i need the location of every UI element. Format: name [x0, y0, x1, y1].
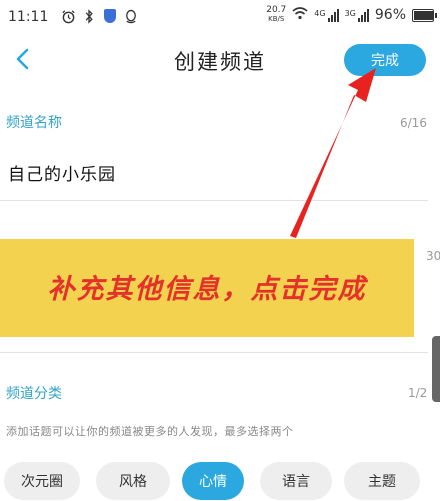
- arrow-shape: [290, 68, 376, 238]
- signal-icon-2: 3G: [345, 8, 369, 22]
- divider: [0, 200, 428, 201]
- net-speed: 20.7 KB/S: [266, 5, 287, 24]
- alarm-icon: [60, 8, 76, 24]
- done-button[interactable]: 完成: [344, 44, 426, 76]
- category-label: 频道分类: [6, 386, 62, 402]
- tag-fengge[interactable]: 风格: [96, 462, 170, 500]
- tag-zhuti[interactable]: 主题: [344, 462, 420, 500]
- signal-icon: 4G: [314, 8, 339, 22]
- instruction-banner-text: 补充其他信息，点击完成: [47, 274, 367, 305]
- divider: [0, 352, 428, 353]
- wifi-icon: [292, 6, 308, 24]
- scroll-handle[interactable]: [432, 336, 440, 402]
- channel-name-counter: 6/16: [400, 116, 427, 130]
- battery-percent: 96%: [374, 7, 406, 23]
- category-counter: 1/2: [408, 386, 428, 400]
- category-hint: 添加话题可以让你的频道被更多的人发现，最多选择两个: [6, 425, 294, 438]
- instruction-banner: 补充其他信息，点击完成: [0, 239, 414, 337]
- status-bar: 11:11 20.7 KB/S 4G 3G 96%: [0, 0, 440, 36]
- nav-bar: 创建频道 完成: [0, 36, 440, 86]
- status-time: 11:11: [8, 9, 49, 25]
- battery-icon: [412, 8, 437, 22]
- qq-icon: [123, 8, 139, 24]
- bluetooth-icon: [81, 8, 97, 24]
- channel-name-input[interactable]: 自己的小乐园: [8, 160, 116, 185]
- description-counter: 30: [426, 249, 440, 263]
- tag-ciyuanquan[interactable]: 次元圈: [4, 462, 80, 500]
- channel-name-label: 频道名称: [6, 115, 62, 131]
- status-right-icons: 20.7 KB/S 4G 3G 96%: [266, 5, 437, 24]
- tag-xinqing[interactable]: 心情: [182, 462, 244, 500]
- tag-yuyan[interactable]: 语言: [260, 462, 332, 500]
- shield-app-icon: [102, 8, 118, 24]
- status-left-icons: [60, 8, 139, 24]
